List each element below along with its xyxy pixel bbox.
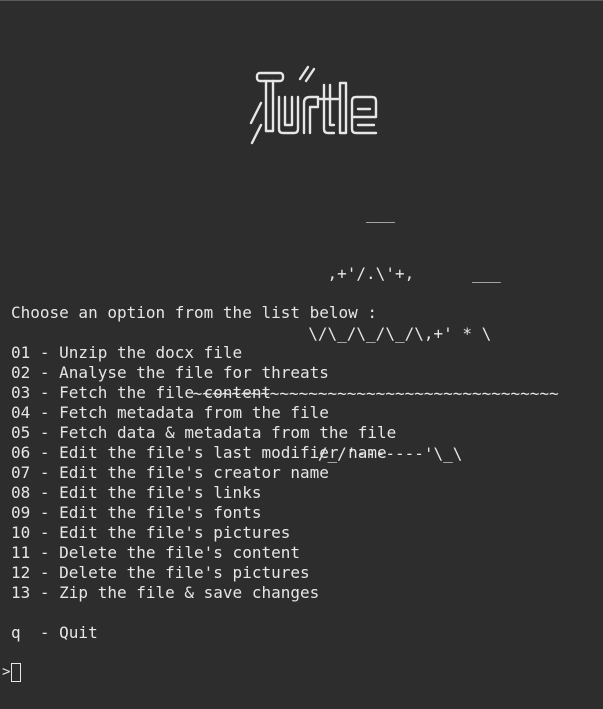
menu-option-delete-pictures[interactable]: 12 - Delete the file's pictures [11, 563, 396, 583]
menu-option-edit-last-modifier[interactable]: 06 - Edit the file's last modifier name [11, 443, 396, 463]
menu-option-fetch-metadata[interactable]: 04 - Fetch metadata from the file [11, 403, 396, 423]
menu-option-fetch-content[interactable]: 03 - Fetch the file content [11, 383, 396, 403]
ascii-art-line: ___ [0, 204, 395, 223]
text-cursor[interactable] [11, 662, 22, 682]
menu-option-quit[interactable]: q - Quit [11, 623, 98, 643]
menu-option-analyse-threats[interactable]: 02 - Analyse the file for threats [11, 363, 396, 383]
menu-option-delete-content[interactable]: 11 - Delete the file's content [11, 543, 396, 563]
option-menu: 01 - Unzip the docx file 02 - Analyse th… [11, 343, 396, 603]
menu-option-fetch-data-metadata[interactable]: 05 - Fetch data & metadata from the file [11, 423, 396, 443]
prompt-symbol: > [2, 664, 11, 680]
terminal-window: ___ ,+'/.\'+, ___ \/\_/\_/\_/\,+' * \ ~~… [0, 0, 603, 709]
menu-option-edit-links[interactable]: 08 - Edit the file's links [11, 483, 396, 503]
menu-heading: Choose an option from the list below : [11, 303, 378, 322]
menu-option-zip-save[interactable]: 13 - Zip the file & save changes [11, 583, 396, 603]
turtle-logo-icon [248, 63, 380, 147]
menu-option-edit-fonts[interactable]: 09 - Edit the file's fonts [11, 503, 396, 523]
ascii-art-line: \/\_/\_/\_/\,+' * \ [0, 324, 492, 343]
ascii-art-line: ,+'/.\'+, ___ [0, 264, 501, 283]
menu-option-edit-pictures[interactable]: 10 - Edit the file's pictures [11, 523, 396, 543]
command-input-row[interactable]: > [2, 661, 22, 683]
menu-option-unzip[interactable]: 01 - Unzip the docx file [11, 343, 396, 363]
menu-option-edit-creator[interactable]: 07 - Edit the file's creator name [11, 463, 396, 483]
